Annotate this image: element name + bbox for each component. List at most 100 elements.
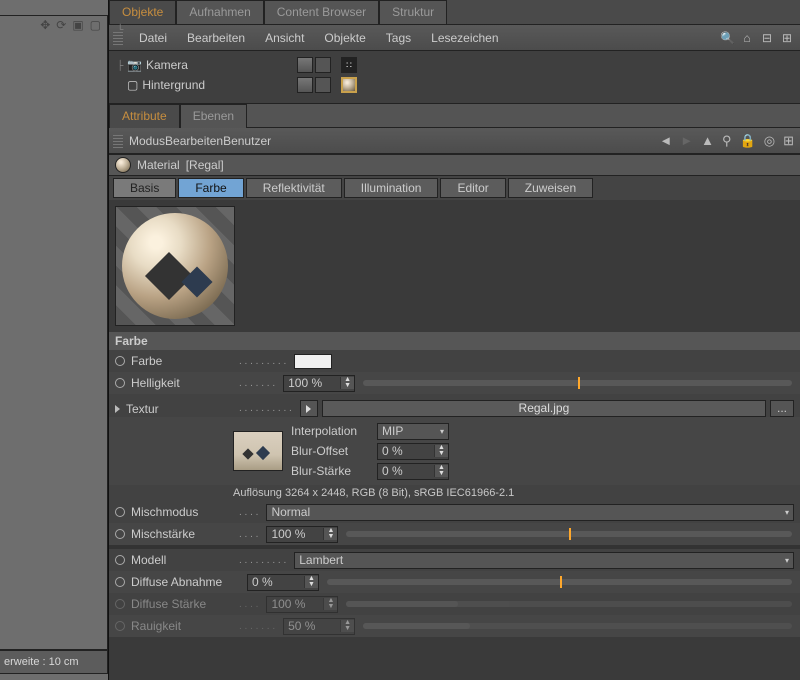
menu-objekte[interactable]: Objekte (324, 31, 365, 45)
material-preview[interactable] (115, 206, 235, 326)
tree-branch-icon: ├ (117, 60, 123, 70)
row-mischmodus: Mischmodus . . . . Normal▾ (109, 501, 800, 523)
label-mischmodus: Mischmodus (131, 505, 198, 519)
menu-benutzer[interactable]: Benutzer (223, 134, 271, 148)
maximize-icon[interactable]: ⊞ (780, 31, 794, 45)
anim-ring-icon[interactable] (115, 378, 125, 388)
object-row[interactable]: └ ▢ Hintergrund (127, 75, 794, 95)
label-helligkeit: Helligkeit (131, 376, 180, 390)
rotate-icon[interactable]: ⟳ (56, 18, 66, 32)
interpolation-value: MIP (382, 424, 403, 438)
menu-lesezeichen[interactable]: Lesezeichen (431, 31, 498, 45)
material-ball-icon (115, 157, 131, 173)
texture-action-button[interactable] (300, 400, 318, 417)
tab-attribute[interactable]: Attribute (109, 104, 180, 128)
render-tag[interactable] (315, 77, 331, 93)
anim-ring-icon[interactable] (115, 577, 125, 587)
dots: . . . . . . . . . . (239, 403, 292, 414)
mixstr-input[interactable]: 100 %▲▼ (266, 526, 338, 543)
blurstr-value: 0 % (378, 464, 434, 478)
expand-icon[interactable]: ▢ (90, 18, 101, 32)
search-icon[interactable]: ⚲ (722, 133, 732, 149)
texture-file-field[interactable]: Regal.jpg (322, 400, 766, 417)
lock-icon[interactable]: 🔒 (740, 133, 756, 149)
background-icon: ▢ (127, 78, 138, 92)
compositing-tag[interactable]: ∷ (341, 57, 357, 73)
expand-arrow-icon[interactable] (115, 405, 120, 413)
tab-ebenen[interactable]: Ebenen (180, 104, 247, 128)
material-tabs: Basis Farbe Reflektivität Illumination E… (109, 176, 800, 200)
object-name-area[interactable]: ▢ Hintergrund (127, 78, 297, 92)
material-title-prefix: Material (137, 158, 180, 172)
interpolation-dropdown[interactable]: MIP▾ (377, 423, 449, 440)
anim-ring-icon[interactable] (115, 507, 125, 517)
render-tag[interactable] (315, 57, 331, 73)
tab-content-browser[interactable]: Content Browser (264, 0, 379, 24)
new-icon[interactable]: ⊞ (783, 133, 794, 149)
texture-thumbnail[interactable] (233, 431, 283, 471)
bluroffset-input[interactable]: 0 %▲▼ (377, 443, 449, 460)
main-panel: Objekte Aufnahmen Content Browser Strukt… (108, 0, 800, 680)
menu-tags[interactable]: Tags (386, 31, 411, 45)
object-row[interactable]: ├ 📷 Kamera ∷ (127, 55, 794, 75)
anim-ring-icon[interactable] (115, 529, 125, 539)
rauigkeit-input: 50 %▲▼ (283, 618, 355, 635)
brightness-slider[interactable] (363, 380, 792, 386)
object-tags: ∷ (297, 57, 357, 73)
mtab-illum[interactable]: Illumination (344, 178, 439, 198)
dots: . . . . (239, 599, 258, 610)
status-bar: erweite : 10 cm (0, 650, 108, 674)
diffuse-abnahme-slider[interactable] (327, 579, 792, 585)
diffuse-staerke-slider (346, 601, 792, 607)
label-rauigkeit: Rauigkeit (131, 619, 181, 633)
mixmode-dropdown[interactable]: Normal▾ (266, 504, 794, 521)
model-value: Lambert (299, 553, 343, 567)
visibility-tag[interactable] (297, 57, 313, 73)
mtab-editor[interactable]: Editor (440, 178, 505, 198)
home-icon[interactable]: ⌂ (740, 31, 754, 45)
color-swatch[interactable] (294, 354, 332, 369)
menu-modus[interactable]: Modus (129, 134, 165, 148)
row-mischstaerke: Mischstärke . . . . 100 %▲▼ (109, 523, 800, 545)
material-tag[interactable] (341, 77, 357, 93)
up-icon[interactable]: ▲ (701, 133, 714, 148)
tab-struktur[interactable]: Struktur (379, 0, 447, 24)
tab-aufnahmen[interactable]: Aufnahmen (176, 0, 263, 24)
anim-ring-icon[interactable] (115, 555, 125, 565)
target-icon[interactable]: ◎ (764, 133, 775, 149)
tab-objekte[interactable]: Objekte (109, 0, 176, 24)
zoom-icon[interactable]: ▣ (72, 18, 83, 32)
visibility-tag[interactable] (297, 77, 313, 93)
diffuse-abnahme-value: 0 % (248, 575, 304, 589)
back-icon[interactable]: ◄ (659, 133, 672, 148)
texture-browse-button[interactable]: ... (770, 400, 794, 417)
move-icon[interactable]: ✥ (40, 18, 50, 32)
anim-ring-icon[interactable] (115, 356, 125, 366)
menu-ansicht[interactable]: Ansicht (265, 31, 304, 45)
mtab-basis[interactable]: Basis (113, 178, 176, 198)
preview-area (109, 200, 800, 332)
label-modell: Modell (131, 553, 166, 567)
object-name-area[interactable]: 📷 Kamera (127, 58, 297, 72)
mtab-reflekt[interactable]: Reflektivität (246, 178, 342, 198)
mtab-farbe[interactable]: Farbe (178, 178, 243, 198)
blurstr-input[interactable]: 0 %▲▼ (377, 463, 449, 480)
brightness-value: 100 % (284, 376, 340, 390)
search-icon[interactable]: 🔍 (720, 31, 734, 45)
row-diffuse-abnahme: Diffuse Abnahme 0 %▲▼ (109, 571, 800, 593)
material-title-row: Material [Regal] (109, 154, 800, 176)
mtab-zuweisen[interactable]: Zuweisen (508, 178, 593, 198)
model-dropdown[interactable]: Lambert▾ (294, 552, 794, 569)
menu-bearbeiten2[interactable]: Bearbeiten (165, 134, 223, 148)
object-list: ├ 📷 Kamera ∷ └ ▢ Hintergrund (109, 51, 800, 103)
row-modell: Modell . . . . . . . . . Lambert▾ (109, 549, 800, 571)
menu-bearbeiten[interactable]: Bearbeiten (187, 31, 245, 45)
object-tags (297, 77, 357, 93)
minimize-icon[interactable]: ⊟ (760, 31, 774, 45)
mixstr-slider[interactable] (346, 531, 792, 537)
diffuse-abnahme-input[interactable]: 0 %▲▼ (247, 574, 319, 591)
anim-ring-icon (115, 599, 125, 609)
brightness-input[interactable]: 100 %▲▼ (283, 375, 355, 392)
fwd-icon[interactable]: ► (680, 133, 693, 148)
menu-datei[interactable]: Datei (139, 31, 167, 45)
